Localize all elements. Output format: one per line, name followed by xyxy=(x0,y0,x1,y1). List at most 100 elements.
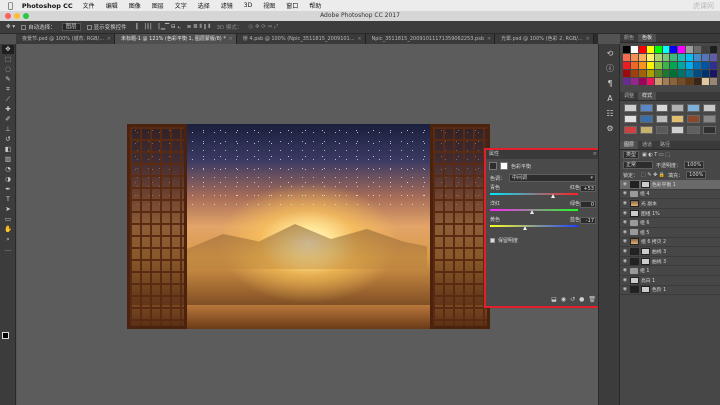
style-preset[interactable] xyxy=(655,104,669,112)
color-swatch[interactable] xyxy=(646,62,654,69)
zoom-window-button[interactable] xyxy=(23,13,29,19)
color-swatch[interactable] xyxy=(638,54,646,61)
gradient-tool-icon[interactable]: ▥ xyxy=(2,155,14,164)
color-swatch[interactable] xyxy=(654,62,662,69)
history-icon[interactable]: ⟲ xyxy=(604,49,616,59)
menu-file[interactable]: 文件 xyxy=(83,1,95,10)
color-swatch[interactable] xyxy=(638,70,646,77)
document-tab[interactable]: 光晕.psd @ 100% (色彩 2, RGB/... × xyxy=(495,34,594,44)
color-swatch[interactable] xyxy=(654,54,662,61)
lasso-tool-icon[interactable]: ◌ xyxy=(2,65,14,74)
eye-icon[interactable]: ◉ xyxy=(622,249,628,254)
info-icon[interactable]: ⓘ xyxy=(604,64,616,74)
auto-select-dropdown[interactable]: 图层 xyxy=(61,23,81,31)
slider-track[interactable] xyxy=(490,193,578,195)
visibility-icon[interactable]: ● xyxy=(579,296,584,303)
color-swatch[interactable] xyxy=(670,46,678,53)
color-swatch[interactable] xyxy=(638,46,646,53)
color-swatch[interactable] xyxy=(646,70,654,77)
apple-icon[interactable]:  xyxy=(8,1,13,10)
color-swatch[interactable] xyxy=(686,46,694,53)
color-swatch[interactable] xyxy=(646,78,654,85)
minimize-window-button[interactable] xyxy=(14,13,20,19)
style-preset[interactable] xyxy=(624,115,637,123)
color-swatch[interactable] xyxy=(694,46,702,53)
opacity-input[interactable]: 100% xyxy=(684,161,705,169)
style-preset[interactable] xyxy=(671,126,685,134)
tab-color[interactable]: 颜色 xyxy=(620,34,638,42)
close-tab-icon[interactable]: × xyxy=(229,34,233,44)
style-preset[interactable] xyxy=(687,104,701,112)
layer-row[interactable]: ◉ 色阶 1 xyxy=(620,286,720,296)
color-swatch[interactable] xyxy=(646,46,654,53)
color-swatch[interactable] xyxy=(623,70,630,77)
properties-panel-header[interactable]: 属性 ≡ xyxy=(486,150,600,159)
blur-tool-icon[interactable]: ◔ xyxy=(2,165,14,174)
color-swatch[interactable] xyxy=(670,70,678,77)
properties-icon[interactable]: ⚙ xyxy=(604,124,616,134)
style-preset[interactable] xyxy=(703,104,716,112)
eyedropper-tool-icon[interactable]: ⟋ xyxy=(2,95,14,104)
style-preset[interactable] xyxy=(624,104,637,112)
adjustments-icon[interactable]: ☷ xyxy=(604,109,616,119)
close-window-button[interactable] xyxy=(5,13,11,19)
color-swatch[interactable] xyxy=(670,62,678,69)
menu-image[interactable]: 图像 xyxy=(129,1,141,10)
layer-mask-thumbnail[interactable] xyxy=(641,257,650,265)
layer-filter-icons[interactable]: ▣ ◐ T ▭ ⬚ xyxy=(642,152,670,158)
color-swatch[interactable] xyxy=(662,70,670,77)
style-preset[interactable] xyxy=(639,115,653,123)
color-swatch[interactable] xyxy=(654,70,662,77)
clip-to-layer-icon[interactable]: ⬓ xyxy=(551,296,557,303)
layer-row[interactable]: ◉ 曲线 3 xyxy=(620,247,720,257)
color-swatch[interactable] xyxy=(623,46,630,53)
quick-select-tool-icon[interactable]: ✎ xyxy=(2,75,14,84)
menu-window[interactable]: 窗口 xyxy=(286,1,298,10)
move-tool-preset-icon[interactable]: ✥ ▾ xyxy=(6,24,15,30)
hand-tool-icon[interactable]: ✋ xyxy=(2,225,14,234)
eye-icon[interactable]: ◉ xyxy=(622,230,628,235)
color-swatch[interactable] xyxy=(630,78,638,85)
color-swatch[interactable] xyxy=(686,54,694,61)
slider-thumb[interactable] xyxy=(522,226,527,230)
layer-row[interactable]: ◉ 曲线 3 xyxy=(620,257,720,267)
color-swatch[interactable] xyxy=(702,62,710,69)
color-swatch[interactable] xyxy=(702,70,710,77)
pen-tool-icon[interactable]: ✒ xyxy=(2,185,14,194)
document-tab[interactable]: Npic_3511815_20091011171359062253.psb × xyxy=(365,34,496,44)
style-preset[interactable] xyxy=(671,104,685,112)
style-preset[interactable] xyxy=(639,104,653,112)
document-tab[interactable]: 夜景节.psd @ 100% (城市, RGB/... × xyxy=(16,34,115,44)
eye-icon[interactable]: ◉ xyxy=(622,182,628,187)
panel-menu-icon[interactable]: ≡ xyxy=(593,150,597,159)
color-swatch[interactable] xyxy=(662,54,670,61)
menu-filter[interactable]: 滤镜 xyxy=(221,1,233,10)
slider-value-input[interactable]: -17 xyxy=(580,217,596,224)
menu-type[interactable]: 文字 xyxy=(175,1,187,10)
eye-icon[interactable]: ◉ xyxy=(622,287,628,292)
color-swatch[interactable] xyxy=(678,78,686,85)
color-swatch[interactable] xyxy=(702,54,710,61)
color-swatch[interactable] xyxy=(630,54,638,61)
auto-select-checkbox[interactable] xyxy=(21,25,27,30)
layer-row[interactable]: ◉ 组 1 xyxy=(620,266,720,276)
color-swatch[interactable] xyxy=(710,70,717,77)
zoom-tool-icon[interactable]: ⌕ xyxy=(2,235,14,244)
style-preset[interactable] xyxy=(687,126,701,134)
color-swatch[interactable] xyxy=(623,62,630,69)
color-swatch[interactable] xyxy=(630,62,638,69)
tab-styles[interactable]: 样式 xyxy=(638,92,657,100)
distribute-icons[interactable]: ≡ ≣ ⫴ ‖ ⦀ xyxy=(187,24,211,31)
healing-tool-icon[interactable]: ✚ xyxy=(2,105,14,114)
document-image[interactable] xyxy=(127,124,490,329)
tab-channels[interactable]: 通道 xyxy=(638,141,656,149)
crop-tool-icon[interactable]: ⌗ xyxy=(2,85,14,94)
view-previous-icon[interactable]: ◉ xyxy=(561,296,566,303)
color-swatch[interactable] xyxy=(710,46,717,53)
color-swatch[interactable] xyxy=(638,62,646,69)
color-swatch[interactable] xyxy=(710,78,717,85)
type-tool-icon[interactable]: T xyxy=(2,195,14,204)
color-swatch[interactable] xyxy=(702,46,710,53)
layer-row[interactable]: ◉ 组 6 xyxy=(620,218,720,228)
slider-value-input[interactable]: 0 xyxy=(580,201,596,208)
